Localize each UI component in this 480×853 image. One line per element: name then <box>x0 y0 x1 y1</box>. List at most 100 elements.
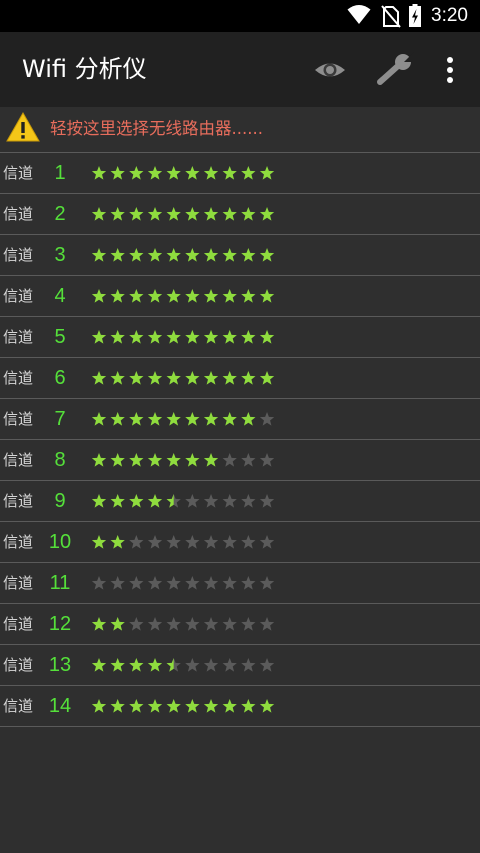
signal-rating-stars <box>91 289 275 303</box>
signal-rating-stars <box>91 330 275 344</box>
channel-number: 4 <box>54 285 66 307</box>
channel-number: 3 <box>54 244 66 266</box>
star-icon <box>203 453 219 467</box>
star-icon <box>241 617 256 631</box>
star-icon <box>222 207 237 221</box>
star-icon <box>241 412 256 426</box>
battery-charging-icon <box>409 4 421 27</box>
star-icon <box>147 371 163 385</box>
star-icon <box>129 166 144 180</box>
star-icon <box>129 576 144 590</box>
star-icon <box>147 289 163 303</box>
star-icon <box>203 658 219 672</box>
star-icon <box>129 330 144 344</box>
star-icon <box>222 330 237 344</box>
select-router-prompt[interactable]: 轻按这里选择无线路由器...... <box>0 107 480 152</box>
channel-row: 信道 2 <box>0 193 480 234</box>
star-icon <box>222 412 237 426</box>
star-icon <box>129 535 144 549</box>
star-icon <box>203 207 219 221</box>
star-icon <box>185 699 200 713</box>
star-icon <box>166 535 181 549</box>
star-icon <box>259 330 275 344</box>
star-icon <box>129 658 144 672</box>
star-icon <box>129 494 144 508</box>
star-icon <box>203 371 219 385</box>
status-time: 3:20 <box>431 5 468 26</box>
channel-label: 信道 <box>3 697 34 715</box>
star-icon <box>222 699 237 713</box>
star-icon <box>241 330 256 344</box>
channel-row: 信道 4 <box>0 275 480 316</box>
warning-icon <box>6 111 40 142</box>
signal-rating-stars <box>91 494 275 508</box>
star-icon <box>222 453 237 467</box>
star-icon <box>147 494 163 508</box>
channel-label: 信道 <box>3 451 34 469</box>
star-icon <box>259 535 275 549</box>
star-icon <box>259 699 275 713</box>
star-icon <box>147 535 163 549</box>
channel-number: 14 <box>48 695 72 717</box>
channel-label: 信道 <box>3 533 34 551</box>
star-icon <box>185 166 200 180</box>
star-icon <box>203 289 219 303</box>
star-icon <box>166 412 181 426</box>
star-icon <box>129 289 144 303</box>
channel-number: 9 <box>54 490 66 512</box>
channel-label: 信道 <box>3 287 34 305</box>
star-icon <box>222 248 237 262</box>
star-icon <box>203 494 219 508</box>
star-icon <box>203 699 219 713</box>
wrench-icon[interactable] <box>374 52 414 88</box>
star-icon <box>147 207 163 221</box>
channel-row: 信道 14 <box>0 685 480 727</box>
channel-number: 7 <box>54 408 66 430</box>
star-icon <box>166 617 181 631</box>
star-icon <box>259 371 275 385</box>
status-bar: 3:20 <box>0 0 480 32</box>
channel-number: 5 <box>54 326 66 348</box>
star-icon <box>203 412 219 426</box>
star-icon <box>91 289 107 303</box>
star-icon <box>166 248 181 262</box>
star-icon <box>203 576 219 590</box>
eye-icon[interactable] <box>313 58 347 82</box>
star-icon <box>147 248 163 262</box>
channel-label: 信道 <box>3 246 34 264</box>
channel-row: 信道 1 <box>0 152 480 193</box>
star-icon <box>259 494 275 508</box>
no-sim-icon <box>381 5 401 28</box>
star-icon <box>166 371 181 385</box>
star-icon <box>91 494 107 508</box>
star-icon <box>110 166 125 180</box>
channel-row: 信道 13 <box>0 644 480 685</box>
star-icon <box>222 658 237 672</box>
more-vert-icon[interactable] <box>443 56 457 84</box>
star-icon <box>222 535 237 549</box>
star-icon <box>185 658 200 672</box>
star-icon <box>259 576 275 590</box>
channel-number: 11 <box>49 572 71 594</box>
star-icon <box>185 494 200 508</box>
star-icon <box>166 453 181 467</box>
channel-label: 信道 <box>3 164 34 182</box>
star-icon <box>129 207 144 221</box>
channel-row: 信道 10 <box>0 521 480 562</box>
star-icon <box>110 453 125 467</box>
star-icon <box>91 535 107 549</box>
star-icon <box>110 289 125 303</box>
star-icon <box>147 658 163 672</box>
star-icon <box>241 699 256 713</box>
channel-row: 信道 7 <box>0 398 480 439</box>
star-icon <box>110 494 125 508</box>
signal-rating-stars <box>91 535 275 549</box>
signal-rating-stars <box>91 617 275 631</box>
star-icon <box>147 166 163 180</box>
signal-rating-stars <box>91 576 275 590</box>
signal-rating-stars <box>91 453 275 467</box>
star-icon <box>259 207 275 221</box>
channel-label: 信道 <box>3 369 34 387</box>
star-icon <box>166 699 181 713</box>
star-icon <box>110 248 125 262</box>
